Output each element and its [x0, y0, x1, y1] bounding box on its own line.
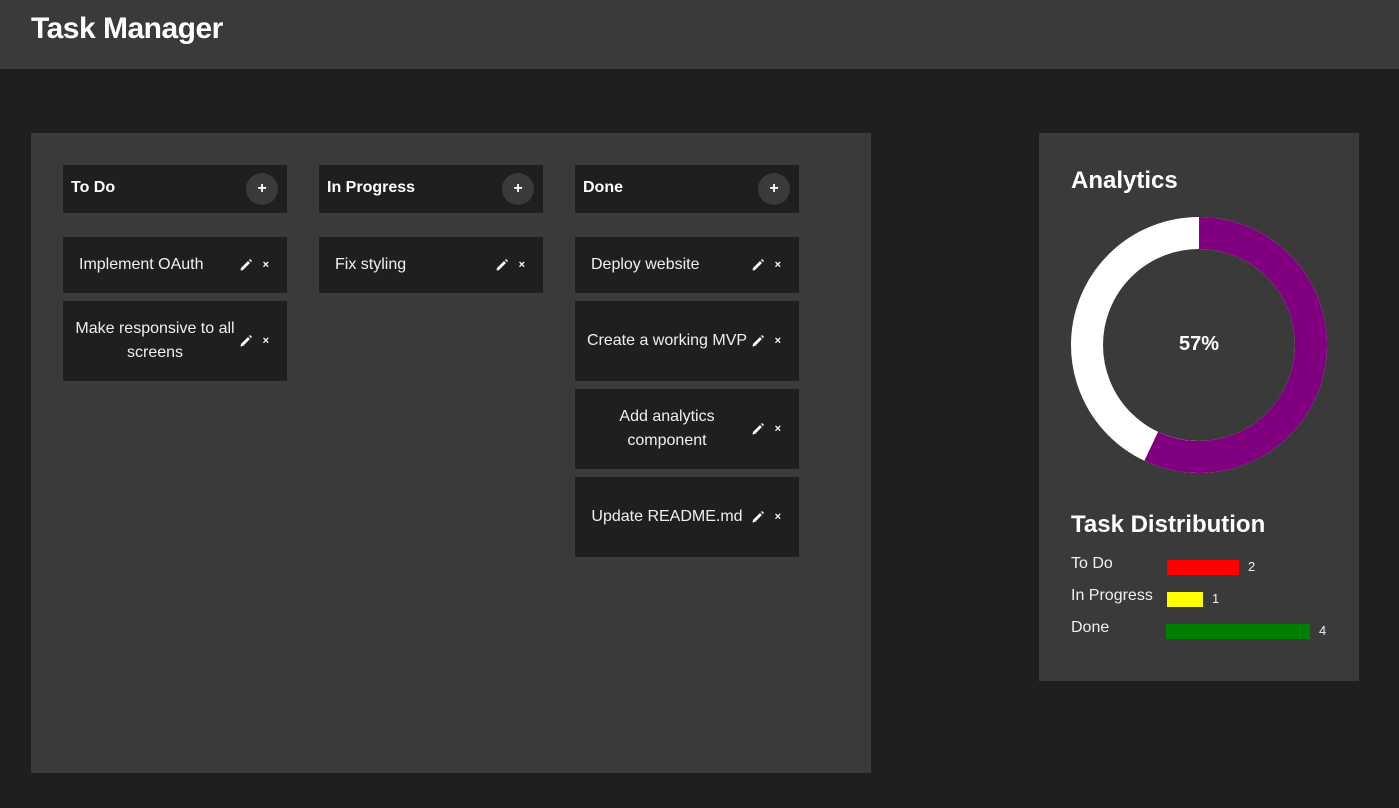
column-title: To Do	[71, 179, 116, 196]
app-title: Task Manager	[31, 12, 223, 45]
column-header: Done +	[575, 165, 799, 213]
delete-button[interactable]: ×	[519, 259, 525, 271]
column-in-progress: In Progress + Fix styling ×	[319, 165, 543, 301]
task-text: Implement OAuth	[79, 256, 204, 273]
add-task-button[interactable]: +	[246, 173, 278, 205]
task-card[interactable]: Make responsive to all screens ×	[63, 301, 287, 381]
pencil-icon[interactable]	[495, 258, 509, 272]
distribution-bar	[1167, 560, 1239, 575]
delete-button[interactable]: ×	[263, 259, 269, 271]
kanban-board: To Do + Implement OAuth × Make responsiv…	[31, 133, 871, 773]
pencil-icon[interactable]	[239, 258, 253, 272]
distribution-bar	[1167, 592, 1203, 607]
task-card[interactable]: Update README.md ×	[575, 477, 799, 557]
analytics-title: Analytics	[1071, 167, 1178, 194]
completion-percent-label: 57%	[1178, 333, 1220, 355]
task-card[interactable]: Create a working MVP ×	[575, 301, 799, 381]
distribution-title: Task Distribution	[1071, 511, 1266, 538]
task-text: Create a working MVP	[586, 332, 748, 349]
task-card[interactable]: Implement OAuth ×	[63, 237, 287, 293]
distribution-row: In Progress 1	[1071, 585, 1341, 609]
column-header: In Progress +	[319, 165, 543, 213]
column-title: In Progress	[327, 179, 416, 196]
delete-button[interactable]: ×	[775, 335, 781, 347]
task-card[interactable]: Fix styling ×	[319, 237, 543, 293]
delete-button[interactable]: ×	[775, 511, 781, 523]
pencil-icon[interactable]	[751, 334, 765, 348]
task-text: Update README.md	[591, 508, 743, 525]
delete-button[interactable]: ×	[775, 259, 781, 271]
column-todo: To Do + Implement OAuth × Make responsiv…	[63, 165, 287, 389]
app-header: Task Manager	[0, 0, 1399, 69]
analytics-panel: Analytics 57% Task Distribution To Do 2 …	[1039, 133, 1359, 681]
column-title: Done	[583, 179, 623, 196]
pencil-icon[interactable]	[751, 258, 765, 272]
distribution-label: Done	[1071, 619, 1110, 636]
add-task-button[interactable]: +	[502, 173, 534, 205]
task-text: Deploy website	[591, 256, 700, 273]
distribution-count: 2	[1248, 559, 1256, 574]
distribution-count: 4	[1319, 623, 1327, 638]
task-text: Fix styling	[335, 256, 407, 273]
distribution-label: In Progress	[1071, 587, 1153, 604]
distribution-row: To Do 2	[1071, 553, 1341, 577]
task-card[interactable]: Add analytics component ×	[575, 389, 799, 469]
distribution-label: To Do	[1071, 555, 1113, 572]
add-task-button[interactable]: +	[758, 173, 790, 205]
task-text: Add analytics component	[619, 408, 715, 449]
delete-button[interactable]: ×	[775, 423, 781, 435]
distribution-bar	[1166, 624, 1310, 639]
column-done: Done + Deploy website × Create a working…	[575, 165, 799, 565]
distribution-row: Done 4	[1071, 617, 1341, 641]
pencil-icon[interactable]	[751, 422, 765, 436]
task-card[interactable]: Deploy website ×	[575, 237, 799, 293]
task-text: Make responsive to all screens	[75, 320, 235, 361]
column-header: To Do +	[63, 165, 287, 213]
pencil-icon[interactable]	[239, 334, 253, 348]
distribution-count: 1	[1212, 591, 1220, 606]
pencil-icon[interactable]	[751, 510, 765, 524]
delete-button[interactable]: ×	[263, 335, 269, 347]
